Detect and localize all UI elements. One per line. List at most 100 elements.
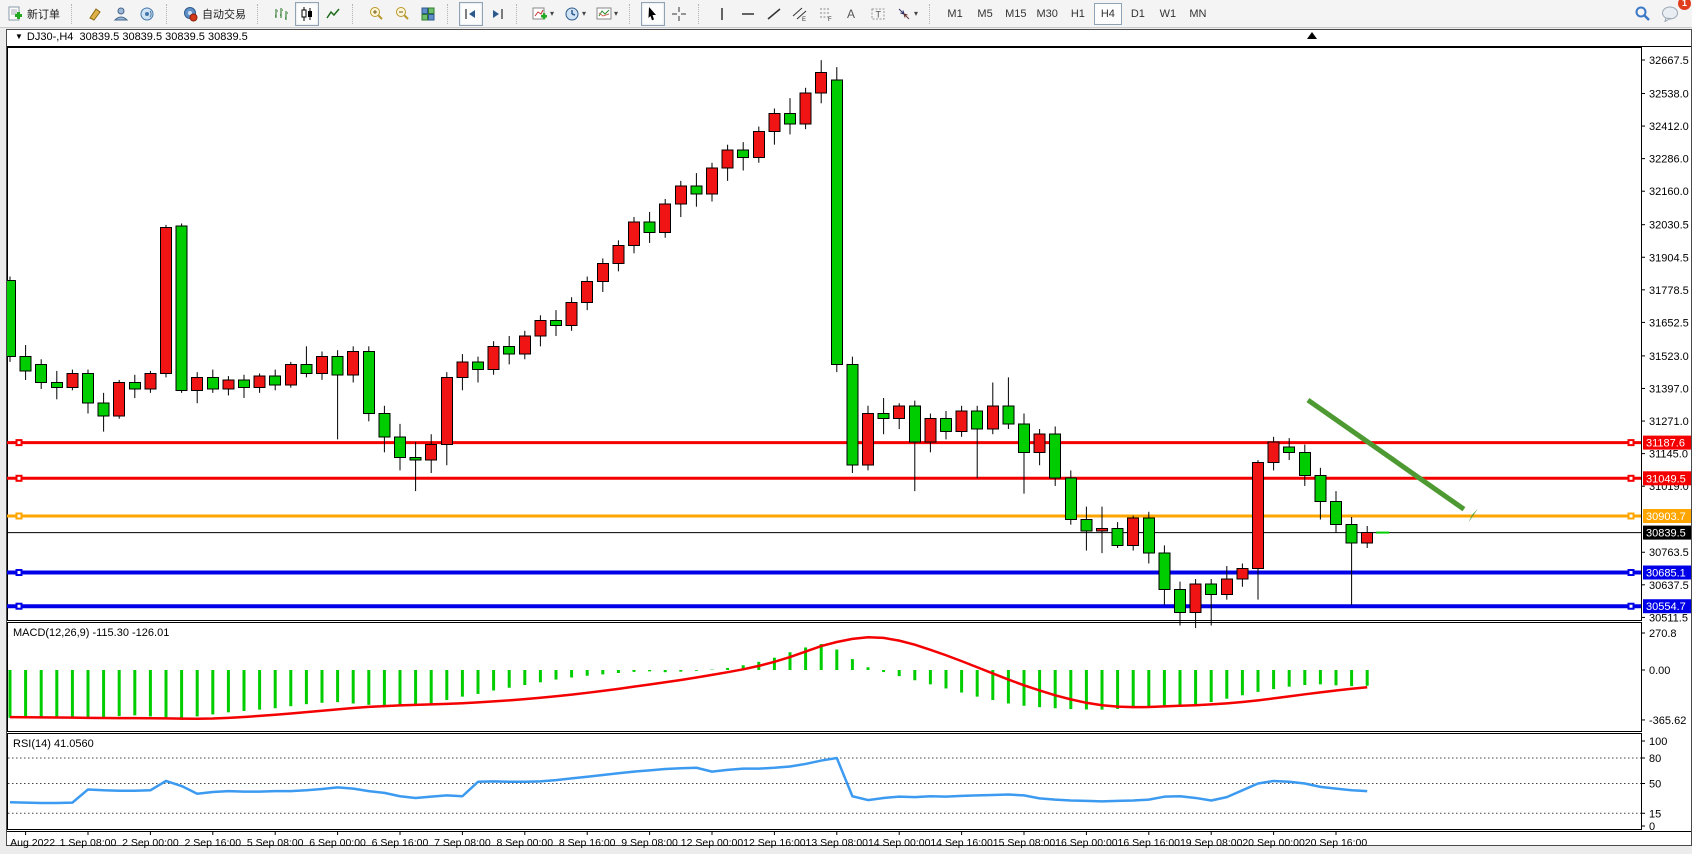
label-tool-button[interactable]: T — [866, 2, 890, 26]
indicators-button[interactable]: ▾ — [528, 2, 558, 26]
hammer-icon — [87, 6, 103, 22]
notification-badge: 1 — [1678, 0, 1691, 10]
candle — [7, 280, 16, 356]
candle — [1362, 533, 1373, 543]
signals-button[interactable] — [135, 2, 159, 26]
timeframe-m1[interactable]: M1 — [941, 3, 969, 25]
bar-chart-button[interactable] — [269, 2, 293, 26]
candle — [582, 282, 593, 303]
timeframe-m15[interactable]: M15 — [1001, 3, 1030, 25]
candlestick-chart-button[interactable] — [295, 2, 319, 26]
cursor-icon — [645, 6, 661, 22]
candle — [909, 406, 920, 442]
toolbar-separator — [629, 4, 636, 24]
tile-windows-button[interactable] — [416, 2, 440, 26]
svg-text:A: A — [847, 7, 855, 21]
candle — [519, 336, 530, 354]
price-tick-label: 32030.5 — [1649, 220, 1689, 232]
toolbar-separator — [71, 4, 78, 24]
dropdown-caret[interactable]: ▾ — [582, 9, 586, 18]
vertical-line-tool-button[interactable] — [710, 2, 734, 26]
channel-tool-button[interactable]: E — [788, 2, 812, 26]
dropdown-caret[interactable]: ▾ — [550, 9, 554, 18]
new-order-button[interactable]: 新订单 — [3, 2, 64, 26]
candle — [1346, 525, 1357, 543]
candle — [161, 227, 172, 373]
arrows-tool-button[interactable]: ▾ — [892, 2, 922, 26]
price-tick-label: 32538.0 — [1649, 88, 1689, 100]
zoom-in-button[interactable] — [364, 2, 388, 26]
zoom-in-icon — [368, 6, 384, 22]
date-tick-label: 5 Sep 08:00 — [247, 837, 304, 848]
price-tick-label: 32286.0 — [1649, 154, 1689, 166]
price-tick-label: 31523.0 — [1649, 351, 1689, 363]
profiles-button[interactable] — [109, 2, 133, 26]
zoom-out-button[interactable] — [390, 2, 414, 26]
crosshair-tool-button[interactable] — [667, 2, 691, 26]
candle — [1175, 589, 1186, 612]
rsi-label: RSI(14) 41.0560 — [13, 738, 94, 750]
search-icon — [1634, 5, 1651, 22]
search-button[interactable] — [1630, 2, 1655, 26]
collapse-triangle-icon[interactable]: ▼ — [15, 32, 23, 41]
line-chart-icon — [325, 6, 341, 22]
line-handle — [18, 571, 21, 574]
candle — [1253, 463, 1264, 569]
candle — [36, 364, 47, 382]
timeframe-d1[interactable]: D1 — [1124, 3, 1152, 25]
candle — [738, 150, 749, 158]
fibonacci-tool-button[interactable]: F — [814, 2, 838, 26]
line-chart-button[interactable] — [321, 2, 345, 26]
horizontal-line-tool-button[interactable] — [736, 2, 760, 26]
line-handle — [1630, 441, 1633, 444]
svg-text:T: T — [876, 9, 882, 19]
candle — [972, 411, 983, 429]
candle — [1065, 478, 1076, 519]
dropdown-caret[interactable]: ▾ — [914, 9, 918, 18]
current-price-label-text: 30839.5 — [1646, 528, 1686, 540]
candle — [941, 419, 952, 432]
chart-canvas[interactable]: 32667.532538.032412.032286.032160.032030… — [7, 47, 1691, 848]
toolbar-separator — [447, 4, 454, 24]
candle — [441, 377, 452, 444]
timeframe-m30[interactable]: M30 — [1032, 3, 1061, 25]
dropdown-caret[interactable]: ▾ — [614, 9, 618, 18]
candle — [1128, 518, 1139, 545]
tile-windows-icon — [420, 6, 436, 22]
rsi-tick-label: 80 — [1649, 753, 1661, 765]
candle — [1034, 434, 1045, 452]
candle — [145, 373, 156, 389]
timeframe-h4[interactable]: H4 — [1094, 3, 1122, 25]
market-watch-button[interactable] — [83, 2, 107, 26]
candle — [894, 406, 905, 419]
candle — [785, 114, 796, 124]
auto-scroll-button[interactable] — [459, 2, 483, 26]
chart-window: ▼DJ30-,H4 30839.5 30839.5 30839.5 30839.… — [6, 29, 1692, 846]
candle — [1003, 406, 1014, 424]
candle — [1221, 579, 1232, 595]
autotrading-button[interactable]: 自动交易 — [178, 2, 250, 26]
toolbar-separator — [516, 4, 523, 24]
candle — [363, 351, 374, 413]
timeframe-mn[interactable]: MN — [1184, 3, 1212, 25]
periods-button[interactable]: ▾ — [560, 2, 590, 26]
price-level-label-text: 31187.6 — [1646, 438, 1685, 450]
timeframe-w1[interactable]: W1 — [1154, 3, 1182, 25]
trendline-tool-button[interactable] — [762, 2, 786, 26]
chart-shift-marker-icon[interactable] — [1307, 32, 1317, 39]
cursor-tool-button[interactable] — [641, 2, 665, 26]
notifications-button[interactable]: 1 — [1656, 2, 1684, 26]
date-tick-label: 16 Sep 16:00 — [1118, 837, 1181, 848]
date-tick-label: 1 Sep 08:00 — [60, 837, 117, 848]
templates-button[interactable]: ▾ — [592, 2, 622, 26]
timeframe-h1[interactable]: H1 — [1064, 3, 1092, 25]
text-tool-button[interactable]: A — [840, 2, 864, 26]
candle — [956, 411, 967, 432]
candle — [613, 245, 624, 263]
chart-shift-button[interactable] — [485, 2, 509, 26]
vertical-line-icon — [714, 6, 730, 22]
price-tick-label: 30637.5 — [1649, 580, 1689, 592]
timeframe-m5[interactable]: M5 — [971, 3, 999, 25]
chart-shift-icon — [489, 6, 505, 22]
candle — [707, 168, 718, 194]
